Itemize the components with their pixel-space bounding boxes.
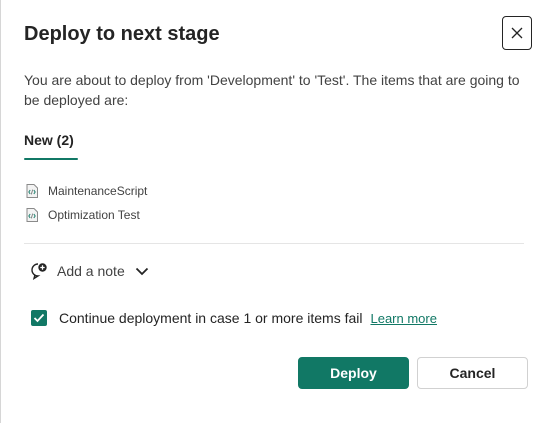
dialog-description: You are about to deploy from 'Developmen… [24, 72, 520, 108]
cancel-button[interactable]: Cancel [417, 357, 528, 389]
checkmark-icon [33, 313, 45, 323]
continue-on-failure-row: Continue deployment in case 1 or more it… [31, 310, 437, 326]
close-button[interactable] [502, 16, 532, 50]
divider [24, 243, 524, 244]
list-item[interactable]: MaintenanceScript [26, 184, 147, 198]
add-comment-icon [31, 263, 47, 280]
item-name: MaintenanceScript [48, 184, 148, 198]
learn-more-link[interactable]: Learn more [370, 311, 436, 326]
add-note-toggle[interactable]: Add a note [30, 262, 149, 280]
chevron-down-icon [135, 267, 148, 276]
continue-on-failure-checkbox[interactable] [31, 310, 47, 326]
tab-new[interactable]: New (2) [24, 132, 74, 148]
deploy-button[interactable]: Deploy [298, 357, 409, 389]
item-name: Optimization Test [48, 208, 140, 222]
continue-on-failure-label: Continue deployment in case 1 or more it… [59, 310, 363, 326]
close-icon [511, 27, 523, 39]
deploy-dialog: Deploy to next stage You are about to de… [0, 0, 548, 423]
script-file-icon [26, 184, 38, 198]
dialog-title: Deploy to next stage [24, 23, 220, 45]
dialog-left-border [0, 0, 1, 423]
tab-selected-indicator [24, 158, 78, 160]
add-note-label: Add a note [57, 263, 125, 279]
list-item[interactable]: Optimization Test [26, 208, 140, 222]
script-file-icon [26, 208, 38, 222]
